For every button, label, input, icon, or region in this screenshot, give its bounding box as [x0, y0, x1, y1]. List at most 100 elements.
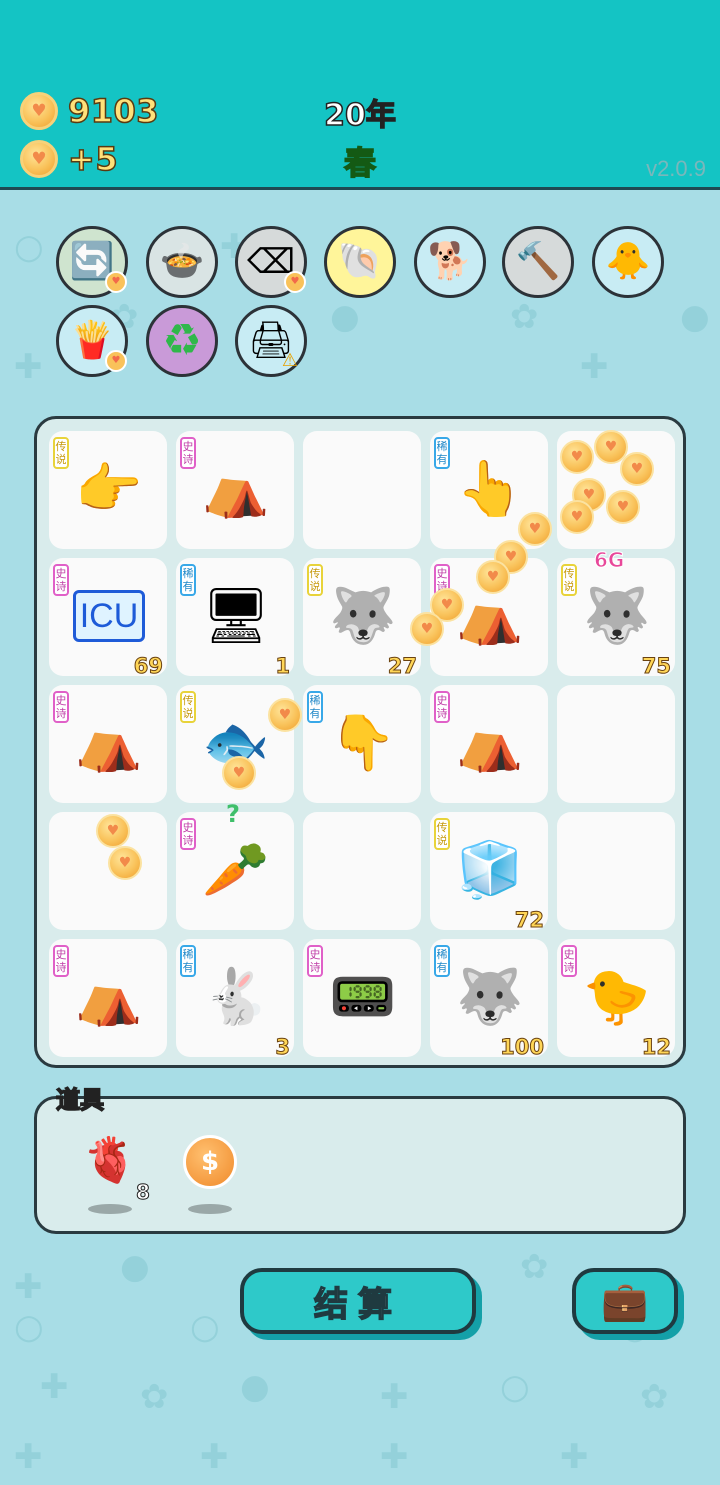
year-label: 20年	[323, 97, 396, 134]
item-count: 1	[275, 654, 291, 679]
rarity-tag: 稀有	[307, 691, 323, 723]
hammer-tool[interactable]: 🔨	[502, 226, 574, 298]
item-icon: 👉	[75, 457, 143, 520]
rarity-tag: 史诗	[53, 691, 69, 723]
item-icon: 🐇	[202, 965, 270, 1028]
remove-tool[interactable]: ⌫ ♥	[235, 226, 307, 298]
flying-coin-icon: ♥	[560, 500, 594, 534]
dollar-coin-prop[interactable]: $	[180, 1132, 240, 1192]
briefcase-button[interactable]: 💼	[572, 1268, 678, 1334]
dog-tool[interactable]: 🐕	[414, 226, 486, 298]
item-icon: 👇	[329, 711, 397, 774]
item-count: 75	[641, 654, 671, 679]
badge-6g: 6G	[593, 548, 625, 573]
board-cell[interactable]	[303, 431, 421, 549]
hammer-icon: 🔨	[515, 241, 561, 282]
prop-shadow	[188, 1204, 232, 1214]
item-count: 72	[514, 908, 544, 933]
board-cell[interactable]: 稀有 🐺 100	[430, 939, 548, 1060]
board-cell[interactable]: 传说 🐺 27	[303, 558, 421, 679]
rarity-tag: 史诗	[561, 945, 577, 977]
board-cell[interactable]: 稀有 👇	[303, 685, 421, 803]
flying-coin-icon: ♥	[620, 452, 654, 486]
chick-icon: 🐥	[605, 241, 651, 282]
board-cell[interactable]	[557, 685, 675, 803]
rarity-tag: 史诗	[53, 564, 69, 596]
rarity-tag: 史诗	[434, 691, 450, 723]
dog-icon: 🐕	[427, 241, 473, 282]
coin-icon: ♥	[20, 140, 58, 178]
board-cell[interactable]: 史诗 🐤 12	[557, 939, 675, 1060]
rarity-tag: 稀有	[180, 564, 196, 596]
coin-badge-icon: ♥	[105, 350, 127, 372]
board-cell[interactable]: 史诗 📟	[303, 939, 421, 1057]
board-cell[interactable]: 传说 🐺 75	[557, 558, 675, 679]
prop-shadow	[88, 1204, 132, 1214]
board-cell[interactable]: 稀有 🐇 3	[176, 939, 294, 1060]
coin-income: +5	[67, 139, 119, 179]
flying-coin-icon: ♥	[476, 560, 510, 594]
rarity-tag: 史诗	[180, 437, 196, 469]
item-count: 100	[500, 1035, 545, 1060]
rarity-tag: 传说	[53, 437, 69, 469]
rarity-tag: 史诗	[53, 945, 69, 977]
item-icon: 📟	[329, 965, 397, 1028]
board-cell[interactable]	[303, 812, 421, 930]
dollar-coin-icon: $	[183, 1135, 237, 1189]
flying-coin-icon: ♥	[606, 490, 640, 524]
flying-coin-icon: ♥	[222, 756, 256, 790]
rarity-tag: 史诗	[180, 818, 196, 850]
briefcase-icon: 💼	[601, 1279, 649, 1323]
item-icon: 🐺	[329, 584, 397, 647]
board-cell[interactable]: 史诗 🥕	[176, 812, 294, 930]
board-cell[interactable]: 史诗 ⛺	[49, 685, 167, 803]
item-icon: ⛺	[75, 711, 143, 774]
item-icon: ⛺	[202, 457, 270, 520]
shell-icon: 🐚	[337, 241, 383, 282]
item-icon: 🐺	[583, 584, 651, 647]
board-cell[interactable]: 史诗 ⛺	[176, 431, 294, 549]
fries-tool[interactable]: 🍟 ♥	[56, 305, 128, 377]
item-icon: ICU	[73, 590, 145, 642]
refresh-tool[interactable]: 🔄 ♥	[56, 226, 128, 298]
liver-prop-count: 8	[136, 1180, 151, 1205]
flying-coin-icon: ♥	[96, 814, 130, 848]
rarity-tag: 稀有	[434, 945, 450, 977]
item-count: 3	[275, 1035, 291, 1060]
item-icon: 🥕	[202, 838, 270, 901]
coin-balance: 9103	[67, 91, 160, 131]
item-count: 27	[387, 654, 417, 679]
printer-tool[interactable]: 🖨 ⚠	[235, 305, 307, 377]
settle-button[interactable]: 结算	[240, 1268, 476, 1334]
shell-tool[interactable]: 🐚	[324, 226, 396, 298]
flying-coin-icon: ♥	[410, 612, 444, 646]
item-icon: 🐺	[456, 965, 524, 1028]
board-cell[interactable]: 稀有 🖥 1	[176, 558, 294, 679]
board-cell[interactable]: 史诗 ICU 69	[49, 558, 167, 679]
board-cell[interactable]	[557, 812, 675, 930]
flying-coin-icon: ♥	[518, 512, 552, 546]
board-cell[interactable]: 史诗 ⛺	[49, 939, 167, 1057]
question-mark: ?	[226, 800, 240, 828]
item-count: 69	[133, 654, 163, 679]
rarity-tag: 史诗	[307, 945, 323, 977]
board-cell[interactable]: 史诗 ⛺	[430, 685, 548, 803]
item-icon: 🐤	[583, 965, 651, 1028]
coin-icon: ♥	[20, 92, 58, 130]
board-cell[interactable]: 传说 👉	[49, 431, 167, 549]
item-icon: 🖥	[201, 584, 271, 647]
liver-prop[interactable]: 🫀	[80, 1130, 140, 1190]
chick-tool[interactable]: 🐥	[592, 226, 664, 298]
flying-coin-icon: ♥	[268, 698, 302, 732]
coin-badge-icon: ♥	[105, 271, 127, 293]
recycle-icon: ♻	[162, 315, 202, 366]
top-header: ♥ 9103 ♥ +5 20年 春 v2.0.9	[0, 0, 720, 190]
item-icon: ⛺	[456, 711, 524, 774]
item-icon: 🧊	[456, 838, 524, 901]
board-cell[interactable]: 传说 🧊 72	[430, 812, 548, 933]
season-label: 春	[343, 143, 377, 183]
item-icon: 👆	[456, 457, 524, 520]
recycle-tool[interactable]: ♻	[146, 305, 218, 377]
item-count: 12	[641, 1035, 671, 1060]
pot-tool[interactable]: 🍲	[146, 226, 218, 298]
